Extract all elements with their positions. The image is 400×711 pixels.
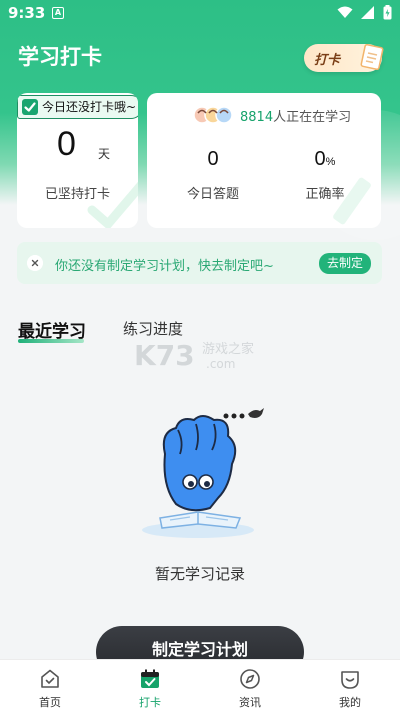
accuracy-unit: % bbox=[325, 156, 336, 168]
empty-state-text: 暂无学习记录 bbox=[154, 565, 245, 583]
accuracy-value: 0% bbox=[314, 148, 336, 170]
battery-icon bbox=[383, 5, 392, 20]
wifi-icon bbox=[337, 6, 353, 18]
status-icons bbox=[337, 5, 392, 20]
learners-avatars-icon bbox=[193, 106, 233, 124]
nav-item-home[interactable]: 首页 bbox=[0, 660, 100, 711]
notebook-icon bbox=[360, 43, 384, 71]
decor-check-icon bbox=[87, 181, 138, 228]
streak-days-unit: 天 bbox=[98, 147, 111, 161]
nav-label-profile: 我的 bbox=[339, 696, 361, 709]
answered-today-label: 今日答题 bbox=[186, 187, 239, 202]
signal-icon bbox=[361, 6, 374, 19]
home-icon bbox=[41, 669, 59, 688]
answered-today-value: 0 bbox=[207, 148, 219, 170]
checkin-button[interactable]: 打卡 bbox=[304, 43, 384, 72]
nav-item-checkin[interactable]: 打卡 bbox=[100, 660, 200, 711]
nav-item-news[interactable]: 资讯 bbox=[200, 660, 300, 711]
app-notification-icon: A bbox=[52, 7, 64, 19]
learners-suffix: 人正在在学习 bbox=[273, 110, 352, 125]
no-checkin-tag: 今日还没打卡哦~ bbox=[17, 95, 138, 119]
plan-reminder-banner: 你还没有制定学习计划，快去制定吧~ 去制定 bbox=[17, 242, 382, 284]
plan-reminder-text: 你还没有制定学习计划，快去制定吧~ bbox=[55, 259, 274, 274]
streak-card: 今日还没打卡哦~ 0 天 已坚持打卡 bbox=[17, 93, 138, 228]
active-tab-indicator bbox=[18, 339, 84, 343]
status-bar: 9:33 A bbox=[0, 0, 400, 28]
tab-practice-progress[interactable]: 练习进度 bbox=[123, 318, 183, 339]
nav-label-news: 资讯 bbox=[239, 696, 261, 709]
go-make-plan-button[interactable]: 去制定 bbox=[319, 253, 371, 274]
status-time: 9:33 bbox=[8, 4, 46, 22]
learners-count-text: 8814人正在在学习 bbox=[240, 106, 351, 125]
svg-text:K73: K73 bbox=[134, 339, 195, 372]
compass-icon bbox=[240, 669, 260, 689]
nav-item-profile[interactable]: 我的 bbox=[300, 660, 400, 711]
watermark-logo: K73 游戏之家 .com bbox=[134, 339, 254, 372]
empty-reading-mascot-icon bbox=[142, 408, 264, 538]
profile-icon bbox=[341, 671, 359, 689]
svg-text:游戏之家: 游戏之家 bbox=[202, 341, 254, 357]
checkin-button-label: 打卡 bbox=[314, 53, 341, 68]
bottom-nav: 首页 打卡 资讯 我的 bbox=[0, 659, 400, 711]
close-icon[interactable] bbox=[27, 255, 43, 271]
stats-card: 8814人正在在学习 0 今日答题 0% 正确率 bbox=[147, 93, 381, 228]
decor-pencil-icon bbox=[333, 177, 371, 225]
nav-label-checkin: 打卡 bbox=[139, 696, 161, 709]
calendar-check-icon bbox=[141, 669, 159, 688]
streak-days-value: 0 bbox=[57, 125, 76, 163]
check-flag-icon bbox=[22, 99, 38, 115]
learners-count: 8814 bbox=[240, 110, 274, 125]
page-title: 学习打卡 bbox=[18, 45, 102, 69]
svg-text:.com: .com bbox=[206, 357, 235, 371]
no-checkin-tag-text: 今日还没打卡哦~ bbox=[42, 100, 137, 114]
nav-label-home: 首页 bbox=[39, 696, 61, 709]
